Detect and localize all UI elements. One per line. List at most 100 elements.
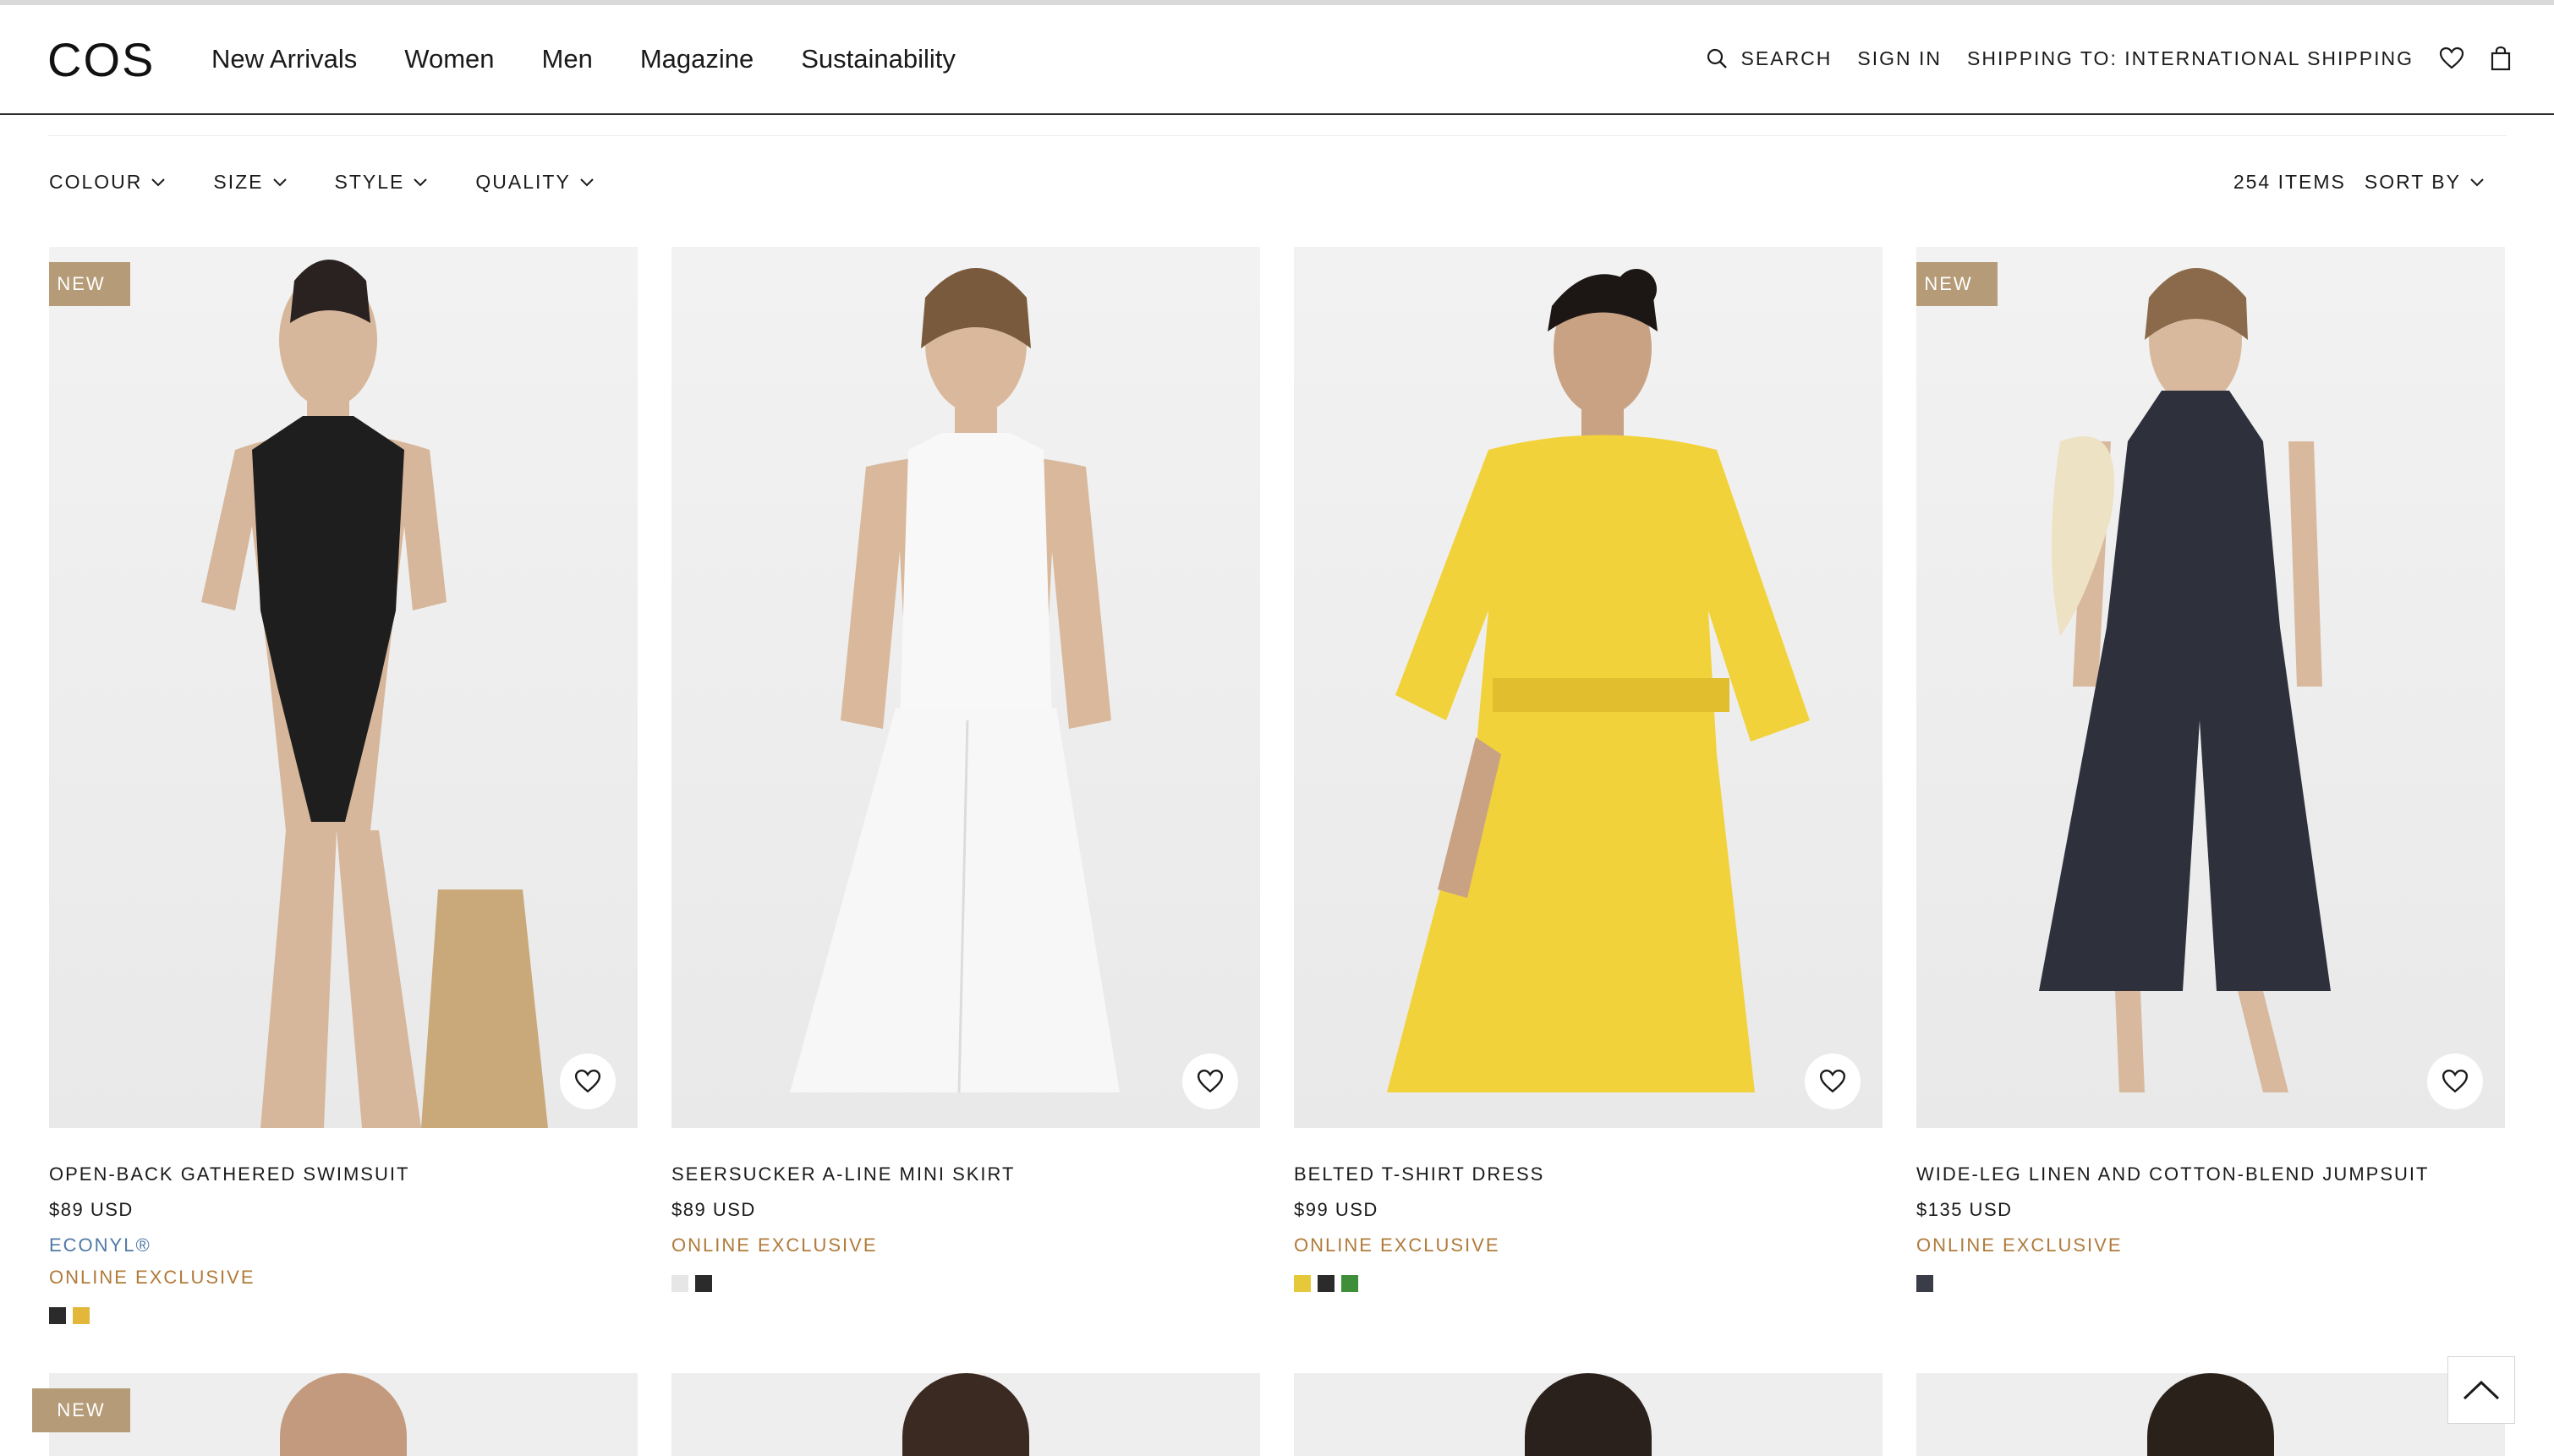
filter-size[interactable]: SIZE <box>213 171 287 194</box>
items-count: 254 ITEMS <box>2233 171 2346 193</box>
product-card[interactable]: NEW OPEN-BACK GATHERED SWIMSUIT $89 USD … <box>49 247 638 1324</box>
heart-icon <box>2442 1070 2469 1093</box>
heart-icon <box>1819 1070 1846 1093</box>
model-head <box>1525 1373 1652 1456</box>
product-price: $89 USD <box>671 1199 756 1220</box>
product-image[interactable] <box>671 247 1260 1128</box>
filter-quality[interactable]: QUALITY <box>475 171 594 194</box>
wishlist-button[interactable] <box>2439 47 2464 70</box>
product-image[interactable] <box>671 1373 1260 1456</box>
product-price: $135 USD <box>1916 1199 2013 1220</box>
product-info: WIDE-LEG LINEN AND COTTON-BLEND JUMPSUIT… <box>1916 1128 2505 1292</box>
product-grid-row-2: NEW <box>32 1373 2505 1456</box>
sort-by-dropdown[interactable]: SORT BY <box>2365 171 2485 194</box>
chevron-down-icon <box>580 178 594 186</box>
model-head <box>2147 1373 2274 1456</box>
garment-shape <box>1387 435 1810 1092</box>
product-card[interactable]: BELTED T-SHIRT DRESS $99 USD ONLINE EXCL… <box>1294 247 1883 1324</box>
sort-by-label: SORT BY <box>2364 171 2461 193</box>
model-figure <box>1387 269 1810 1092</box>
model-head <box>902 1373 1029 1456</box>
econyl-tag: ECONYL® <box>49 1234 151 1256</box>
heart-icon <box>1197 1070 1224 1093</box>
product-info: BELTED T-SHIRT DRESS $99 USD ONLINE EXCL… <box>1294 1128 1883 1292</box>
color-swatch[interactable] <box>1318 1275 1335 1292</box>
product-info: SEERSUCKER A-LINE MINI SKIRT $89 USD ONL… <box>671 1128 1260 1292</box>
utility-navigation: SEARCH SIGN IN SHIPPING TO: INTERNATIONA… <box>1706 46 2512 71</box>
product-card[interactable]: SEERSUCKER A-LINE MINI SKIRT $89 USD ONL… <box>671 247 1260 1324</box>
product-name[interactable]: WIDE-LEG LINEN AND COTTON-BLEND JUMPSUIT <box>1916 1163 2505 1185</box>
color-swatches <box>671 1275 1260 1292</box>
search-button[interactable]: SEARCH <box>1706 47 1833 70</box>
product-image[interactable] <box>1916 1373 2505 1456</box>
shopping-bag-icon <box>2491 46 2511 71</box>
garment-shape <box>790 708 1120 1092</box>
filter-colour-label: COLOUR <box>49 171 143 193</box>
product-info: OPEN-BACK GATHERED SWIMSUIT $89 USD ECON… <box>49 1128 638 1324</box>
favorite-button[interactable] <box>1805 1054 1861 1109</box>
product-name[interactable]: BELTED T-SHIRT DRESS <box>1294 1163 1883 1185</box>
chevron-up-icon <box>2463 1380 2500 1400</box>
shipping-label: SHIPPING TO: INTERNATIONAL SHIPPING <box>1967 47 2414 69</box>
online-exclusive-tag: ONLINE EXCLUSIVE <box>1294 1234 1500 1256</box>
filter-quality-label: QUALITY <box>475 171 571 193</box>
chevron-down-icon <box>2470 178 2484 186</box>
model-figure <box>790 268 1120 1093</box>
filter-style-label: STYLE <box>334 171 405 193</box>
shopping-bag-button[interactable] <box>2490 46 2512 71</box>
product-image[interactable] <box>1294 247 1883 1128</box>
nav-men[interactable]: Men <box>542 44 593 74</box>
product-image[interactable]: NEW <box>1916 247 2505 1128</box>
chevron-down-icon <box>414 178 428 186</box>
new-badge: NEW <box>49 262 130 306</box>
color-swatch[interactable] <box>73 1307 90 1324</box>
online-exclusive-tag: ONLINE EXCLUSIVE <box>1916 1234 2123 1256</box>
search-icon <box>1707 48 1727 68</box>
filter-bar: COLOUR SIZE STYLE QUALITY <box>49 171 595 194</box>
color-swatches <box>1294 1275 1883 1292</box>
color-swatch[interactable] <box>1341 1275 1358 1292</box>
search-label: SEARCH <box>1740 47 1833 69</box>
sign-in-link[interactable]: SIGN IN <box>1857 47 1942 70</box>
color-swatch[interactable] <box>1916 1275 1933 1292</box>
heart-icon <box>2439 47 2464 69</box>
color-swatches <box>49 1307 638 1324</box>
heart-icon <box>574 1070 601 1093</box>
color-swatch[interactable] <box>1294 1275 1311 1292</box>
site-header: COS New Arrivals Women Men Magazine Sust… <box>0 5 2554 115</box>
color-swatch[interactable] <box>695 1275 712 1292</box>
product-card[interactable]: NEW WIDE-LEG LINEN AND COTTON-BLEND JUMP… <box>1916 247 2505 1324</box>
filter-style[interactable]: STYLE <box>335 171 429 194</box>
filter-size-label: SIZE <box>213 171 264 193</box>
nav-sustainability[interactable]: Sustainability <box>801 44 956 74</box>
garment-shape <box>252 416 404 822</box>
favorite-button[interactable] <box>560 1054 616 1109</box>
back-to-top-button[interactable] <box>2447 1356 2515 1424</box>
product-image[interactable]: NEW <box>32 1373 638 1456</box>
main-navigation: New Arrivals Women Men Magazine Sustaina… <box>211 44 956 74</box>
favorite-button[interactable] <box>1182 1054 1238 1109</box>
product-name[interactable]: OPEN-BACK GATHERED SWIMSUIT <box>49 1163 638 1185</box>
model-figure <box>201 260 548 1128</box>
nav-new-arrivals[interactable]: New Arrivals <box>211 44 357 74</box>
shipping-selector[interactable]: SHIPPING TO: INTERNATIONAL SHIPPING <box>1967 47 2414 70</box>
filter-divider <box>47 135 2507 136</box>
sign-in-label: SIGN IN <box>1857 47 1943 69</box>
product-price: $89 USD <box>49 1199 134 1220</box>
product-image[interactable]: NEW <box>49 247 638 1128</box>
chevron-down-icon <box>272 178 287 186</box>
model-figure <box>2039 268 2331 1092</box>
nav-magazine[interactable]: Magazine <box>640 44 754 74</box>
online-exclusive-tag: ONLINE EXCLUSIVE <box>671 1234 878 1256</box>
favorite-button[interactable] <box>2427 1054 2483 1109</box>
chevron-down-icon <box>151 178 166 186</box>
color-swatch[interactable] <box>671 1275 688 1292</box>
model-head <box>280 1373 407 1456</box>
nav-women[interactable]: Women <box>404 44 494 74</box>
filter-colour[interactable]: COLOUR <box>49 171 166 194</box>
product-name[interactable]: SEERSUCKER A-LINE MINI SKIRT <box>671 1163 1260 1185</box>
cos-logo[interactable]: COS <box>47 32 155 87</box>
color-swatch[interactable] <box>49 1307 66 1324</box>
product-image[interactable] <box>1294 1373 1883 1456</box>
new-badge: NEW <box>1916 262 1998 306</box>
